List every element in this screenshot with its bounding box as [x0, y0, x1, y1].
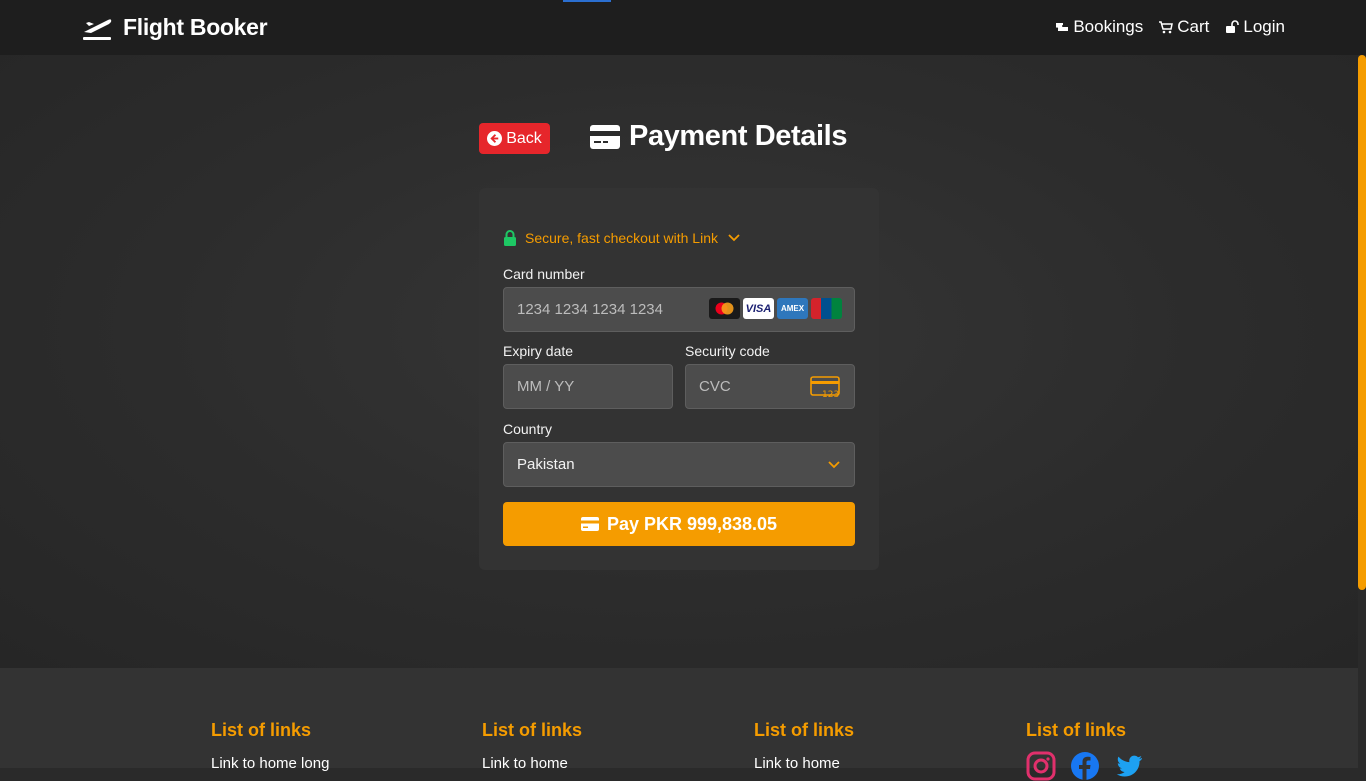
link-checkout-toggle[interactable]: Secure, fast checkout with Link [503, 230, 740, 246]
footer: List of links Link to home long List of … [0, 668, 1358, 781]
instagram-icon[interactable] [1026, 751, 1056, 781]
footer-column: List of links [1026, 720, 1144, 781]
nav-login-label: Login [1243, 17, 1285, 36]
ticket-icon [1056, 23, 1069, 31]
footer-link[interactable]: Link to home [754, 755, 854, 772]
nav-bookings-label: Bookings [1073, 17, 1144, 36]
card-number-label: Card number [503, 266, 585, 282]
footer-column: List of links Link to home [754, 720, 854, 772]
country-label: Country [503, 421, 553, 437]
expiry-label: Expiry date [503, 343, 574, 359]
mastercard-icon [709, 298, 740, 319]
expiry-placeholder: MM / YY [517, 378, 575, 395]
cvc-placeholder: CVC [699, 378, 731, 395]
brand-logo[interactable]: Flight Booker [81, 12, 268, 42]
footer-column: List of links Link to home [482, 720, 582, 772]
security-code-label: Security code [685, 343, 770, 359]
page-title: Payment Details [590, 120, 847, 153]
cvc-card-icon: 123 [810, 376, 840, 398]
country-select[interactable]: Pakistan [503, 442, 855, 487]
expiry-input[interactable]: MM / YY [503, 364, 673, 409]
arrow-circle-left-icon [487, 131, 503, 146]
footer-column-title: List of links [754, 720, 855, 740]
unionpay-icon [811, 298, 842, 319]
chevron-down-icon [828, 461, 840, 469]
footer-column: List of links Link to home long [211, 720, 329, 772]
visa-icon: VISA [743, 298, 774, 319]
payment-form-card: Secure, fast checkout with Link Card num… [479, 188, 879, 570]
footer-link[interactable]: Link to home long [211, 755, 329, 772]
footer-column-title: List of links [1026, 720, 1127, 740]
brand-name: Flight Booker [123, 13, 268, 40]
link-checkout-text: Secure, fast checkout with Link [525, 230, 718, 246]
cvc-icon-text: 123 [822, 390, 839, 398]
security-code-input[interactable]: CVC 123 [685, 364, 855, 409]
nav-menu: Bookings Cart Login [1055, 17, 1285, 37]
twitter-icon[interactable] [1114, 751, 1144, 781]
country-value: Pakistan [517, 456, 575, 473]
scrollbar-thumb[interactable] [1358, 55, 1366, 590]
chevron-down-icon [728, 234, 740, 242]
back-button-label: Back [506, 129, 542, 147]
page-title-text: Payment Details [629, 120, 848, 152]
footer-column-title: List of links [482, 720, 583, 740]
card-number-placeholder: 1234 1234 1234 1234 [517, 301, 663, 318]
back-button[interactable]: Back [479, 123, 550, 154]
amex-icon: AMEX [777, 298, 808, 319]
top-accent-line [563, 0, 611, 2]
credit-card-icon [580, 517, 599, 531]
card-number-input[interactable]: 1234 1234 1234 1234 VISA AMEX [503, 287, 855, 332]
top-navbar: Flight Booker Bookings Cart Login [0, 0, 1366, 55]
footer-link[interactable]: Link to home [482, 755, 582, 772]
unlock-icon [1226, 20, 1240, 33]
nav-login[interactable]: Login [1225, 17, 1285, 37]
nav-cart-label: Cart [1177, 17, 1210, 36]
card-brand-logos: VISA AMEX [709, 298, 842, 319]
credit-card-icon [590, 124, 620, 149]
lock-icon [504, 230, 516, 246]
facebook-icon[interactable] [1070, 751, 1100, 781]
pay-button-label: Pay PKR 999,838.05 [606, 513, 778, 534]
pay-button[interactable]: Pay PKR 999,838.05 [503, 502, 855, 546]
footer-column-title: List of links [211, 720, 312, 740]
social-links [1026, 751, 1144, 781]
nav-cart[interactable]: Cart [1159, 17, 1209, 37]
airplane-takeoff-icon [83, 19, 112, 40]
cart-icon [1159, 21, 1174, 34]
nav-bookings[interactable]: Bookings [1055, 17, 1143, 37]
